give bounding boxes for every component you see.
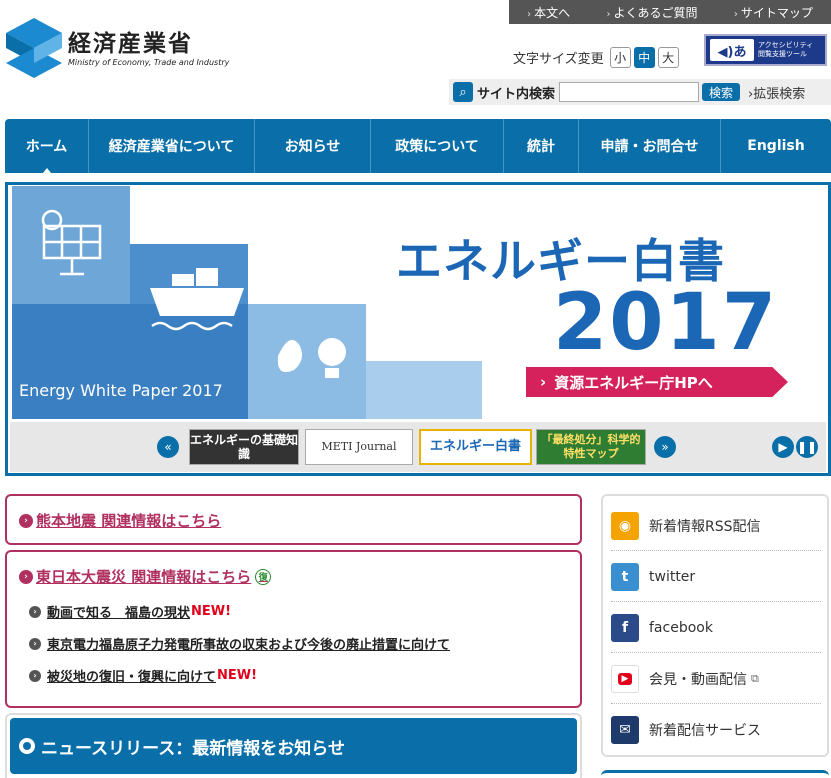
sitemap-link[interactable]: › サイトマップ bbox=[734, 4, 813, 21]
search-button[interactable]: 検索 bbox=[702, 83, 741, 101]
banner-caption: Energy White Paper 2017 bbox=[19, 381, 223, 400]
kumamoto-link-label: 熊本地震 関連情報はこちら bbox=[36, 512, 222, 530]
carousel-prev-button[interactable]: « bbox=[157, 436, 179, 458]
new-badge: NEW! bbox=[217, 668, 258, 683]
kumamoto-link[interactable]: › 熊本地震 関連情報はこちら bbox=[19, 510, 221, 531]
sidebar-item-twitter[interactable]: t twitter bbox=[611, 552, 821, 602]
search-icon: ⌕ bbox=[453, 82, 473, 102]
chevron-right-icon: › bbox=[606, 8, 611, 20]
sidebar-item-video[interactable]: ▶ 会見・動画配信 ⧉ bbox=[611, 654, 821, 704]
carousel-next-button[interactable]: » bbox=[654, 436, 676, 458]
external-link-icon: ⧉ bbox=[751, 671, 759, 685]
higashi-notice: › 東日本大震災 関連情報はこちら復 › 動画で知る 福島の現状 NEW! › 東京電力… bbox=[5, 550, 582, 708]
banner-cta-label: 資源エネルギー庁HPへ bbox=[554, 373, 713, 392]
accessibility-line1: アクセシビリティ bbox=[758, 41, 814, 49]
banner-cta-button[interactable]: › 資源エネルギー庁HPへ bbox=[526, 367, 788, 397]
banner-carousel: « エネルギーの基礎知識 METI Journal エネルギー白書 「最終処分」… bbox=[10, 422, 826, 472]
sidebar-item-rss[interactable]: ◉ 新着情報RSS配信 bbox=[611, 501, 821, 551]
chevron-right-icon: › bbox=[540, 373, 547, 391]
nav-english[interactable]: English bbox=[721, 119, 831, 173]
new-badge: NEW! bbox=[191, 604, 232, 619]
social-sidebar: ◉ 新着情報RSS配信 t twitter f facebook ▶ 会見・動画… bbox=[601, 494, 829, 757]
sidebar-item-label: twitter bbox=[649, 568, 696, 585]
list-item[interactable]: › 動画で知る 福島の現状 NEW! bbox=[29, 602, 231, 621]
utility-bar: › 本文へ › よくあるご質問 › サイトマップ bbox=[509, 0, 831, 24]
utility-link-label: サイトマップ bbox=[740, 5, 813, 20]
faq-link[interactable]: › よくあるご質問 bbox=[606, 4, 697, 21]
news-release-heading[interactable]: ニュースリリース：最新情報をお知らせ bbox=[10, 718, 577, 774]
rss-icon: ◉ bbox=[611, 511, 639, 540]
facebook-icon: f bbox=[611, 613, 639, 642]
font-size-small-button[interactable]: 小 bbox=[609, 47, 631, 68]
chevron-right-icon: › bbox=[733, 8, 738, 20]
nav-home[interactable]: ホーム bbox=[5, 119, 89, 173]
higashi-link[interactable]: › 東日本大震災 関連情報はこちら復 bbox=[19, 566, 272, 587]
news-heading-label: ニュースリリース：最新情報をお知らせ bbox=[41, 738, 345, 759]
sidebar-item-mail[interactable]: ✉ 新着配信サービス bbox=[611, 705, 821, 755]
list-item-label: 動画で知る 福島の現状 bbox=[47, 606, 191, 621]
sidebar-item-label: 会見・動画配信 bbox=[649, 671, 747, 688]
fukko-badge: 復 bbox=[255, 568, 272, 585]
main-nav: ホーム 経済産業省について お知らせ 政策について 統計 申請・お問合せ Eng… bbox=[5, 119, 831, 173]
site-logo[interactable]: 経済産業省 Ministry of Economy, Trade and Ind… bbox=[6, 18, 229, 78]
logo-subtitle: Ministry of Economy, Trade and Industry bbox=[68, 57, 230, 67]
nav-policy[interactable]: 政策について bbox=[371, 119, 504, 173]
speaker-icon: ◀)あ bbox=[710, 39, 754, 61]
utility-link-label: よくあるご質問 bbox=[613, 5, 698, 20]
accessibility-label: アクセシビリティ 閲覧支援ツール bbox=[758, 41, 813, 59]
accessibility-tool-button[interactable]: ◀)あ アクセシビリティ 閲覧支援ツール bbox=[704, 34, 827, 66]
utility-link-label: 本文へ bbox=[534, 5, 571, 20]
chevron-right-icon: › bbox=[29, 605, 41, 618]
ring-icon bbox=[19, 738, 35, 754]
search-label: サイト内検索 bbox=[477, 86, 556, 102]
news-release-panel: ニュースリリース：最新情報をお知らせ bbox=[5, 713, 582, 778]
banner-year: 2017 bbox=[553, 278, 779, 368]
site-search: ⌕ サイト内検索 検索 ›拡張検索 bbox=[449, 79, 831, 105]
list-item-label: 被災地の復旧・復興に向けて bbox=[47, 670, 217, 685]
chevron-right-icon: › bbox=[29, 669, 41, 682]
font-size-large-button[interactable]: 大 bbox=[657, 47, 679, 68]
nav-news[interactable]: お知らせ bbox=[255, 119, 371, 173]
list-item[interactable]: › 被災地の復旧・復興に向けて NEW! bbox=[29, 666, 257, 685]
nav-statistics[interactable]: 統計 bbox=[504, 119, 579, 173]
thumb-energy-white-paper[interactable]: エネルギー白書 bbox=[419, 429, 532, 465]
accessibility-line2: 閲覧支援ツール bbox=[758, 50, 807, 58]
higashi-link-label: 東日本大震災 関連情報はこちら bbox=[36, 568, 252, 586]
kumamoto-notice: › 熊本地震 関連情報はこちら bbox=[5, 494, 582, 545]
hero-banner[interactable]: Energy White Paper 2017 エネルギー白書 2017 › 資源… bbox=[5, 182, 831, 476]
sidebar-item-facebook[interactable]: f facebook bbox=[611, 603, 821, 653]
thumb-energy-basics[interactable]: エネルギーの基礎知識 bbox=[189, 429, 299, 465]
chevron-right-icon: › bbox=[19, 513, 33, 528]
youtube-icon: ▶ bbox=[611, 664, 639, 693]
mail-icon: ✉ bbox=[611, 716, 639, 744]
advanced-search-label: 拡張検索 bbox=[753, 86, 806, 102]
thumb-meti-journal[interactable]: METI Journal bbox=[305, 429, 413, 465]
list-item[interactable]: › 東京電力福島原子力発電所事故の収束および今後の廃止措置に向けて bbox=[29, 634, 451, 653]
carousel-play-button[interactable]: ▶ bbox=[772, 436, 794, 458]
twitter-icon: t bbox=[611, 562, 639, 591]
carousel-pause-button[interactable]: ❚❚ bbox=[796, 436, 818, 458]
chevron-right-icon: › bbox=[29, 637, 41, 650]
chevron-right-icon: › bbox=[19, 569, 33, 584]
logo-title: 経済産業省 bbox=[68, 30, 193, 57]
search-input[interactable] bbox=[559, 82, 700, 102]
sidebar-item-label: 新着配信サービス bbox=[649, 723, 761, 739]
font-size-control: 文字サイズ変更 小 中 大 bbox=[513, 47, 682, 68]
thumb-final-disposal-map[interactable]: 「最終処分」科学的特性マップ bbox=[536, 429, 646, 465]
sidebar-item-label: 新着情報RSS配信 bbox=[649, 518, 761, 535]
nav-applications[interactable]: 申請・お問合せ bbox=[579, 119, 721, 173]
meti-logo-icon bbox=[6, 18, 62, 78]
chevron-right-icon: › bbox=[527, 8, 532, 20]
font-size-label: 文字サイズ変更 bbox=[513, 52, 604, 67]
skip-to-content-link[interactable]: › 本文へ bbox=[527, 4, 570, 21]
sidebar-item-label: facebook bbox=[649, 619, 713, 636]
font-size-medium-button[interactable]: 中 bbox=[633, 47, 655, 68]
list-item-label: 東京電力福島原子力発電所事故の収束および今後の廃止措置に向けて bbox=[47, 638, 451, 653]
nav-about[interactable]: 経済産業省について bbox=[89, 119, 255, 173]
advanced-search-link[interactable]: ›拡張検索 bbox=[748, 83, 805, 102]
sidebar-next-panel-edge bbox=[601, 770, 829, 778]
